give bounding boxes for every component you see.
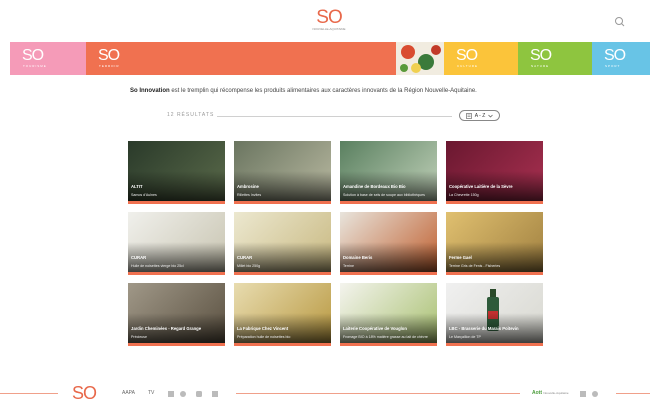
region-brand: Aott — [532, 390, 542, 396]
product-card[interactable]: Domaine Beris Terrine — [340, 212, 437, 275]
product-title: La Fabrique Chez Vincent — [237, 326, 289, 331]
band-logo: SO — [456, 47, 478, 64]
intro-brand: So Innovation — [130, 88, 170, 94]
product-title: ALTIT — [131, 184, 143, 189]
band-food-image — [396, 42, 444, 75]
product-title: Laiterie Coopérative de Vouglon — [343, 326, 407, 331]
product-card[interactable]: Amandine de Bordeaux Bio Bio Solution à … — [340, 141, 437, 204]
product-desc: Terrine — [343, 263, 354, 268]
product-card[interactable]: Ferme Gael Terrine Gris de Fenis - Fishe… — [446, 212, 543, 275]
divider — [616, 393, 650, 394]
intro-body: est le tremplin qui récompense les produ… — [169, 88, 477, 94]
chevron-down-icon — [488, 114, 494, 117]
region-sub: Nouvelle-Aquitaine — [543, 391, 569, 395]
product-card[interactable]: CURAR Millet bio 250g — [234, 212, 331, 275]
product-title: Jardin Cheminées - Regard Grange — [131, 326, 202, 331]
product-title: Amandine de Bordeaux Bio Bio — [343, 184, 406, 189]
facebook-icon[interactable] — [168, 391, 174, 397]
product-desc: Fromage BIO à 18% matière grasse au lait… — [343, 334, 428, 339]
band-label: CULTURE — [457, 64, 478, 68]
band-logo: SO — [22, 47, 44, 64]
product-title: CURAR — [131, 255, 147, 260]
product-desc: Solution à base de sels de soupe aux bib… — [343, 192, 425, 197]
twitter-icon[interactable] — [180, 391, 186, 397]
product-card[interactable]: Laiterie Coopérative de Vouglon Fromage … — [340, 283, 437, 346]
band-sport[interactable]: SO SPORT — [592, 42, 650, 75]
product-title: LBC - Brasserie du Marais Poitevin — [449, 326, 519, 331]
product-title: Domaine Beris — [343, 255, 373, 260]
region-logo[interactable]: Aott Nouvelle-Aquitaine — [532, 390, 569, 396]
band-culture[interactable]: SO CULTURE — [444, 42, 518, 75]
partner-logo[interactable]: AAPA — [122, 390, 135, 396]
sort-dropdown[interactable]: A - Z — [459, 110, 500, 121]
product-grid: ALTIT Samos d'Aulnes Ambrosine Rillettes… — [128, 141, 543, 347]
sort-label: A - Z — [474, 112, 486, 119]
search-icon[interactable] — [612, 14, 628, 30]
mail-icon[interactable] — [580, 391, 586, 397]
product-card[interactable]: Jardin Cheminées - Regard Grange Précieu… — [128, 283, 225, 346]
results-filter-bar: 12 RÉSULTATS A - Z — [167, 110, 503, 122]
product-card[interactable]: La Fabrique Chez Vincent Préparation hui… — [234, 283, 331, 346]
product-desc: La Chevrette 150g — [449, 192, 479, 197]
logo-subtext: NOUVELLE-AQUITAINE — [312, 27, 346, 31]
product-desc: Millet bio 250g — [237, 263, 261, 268]
band-terroir[interactable]: SO TERROIR — [86, 42, 396, 75]
list-icon — [465, 112, 472, 119]
site-header: SO NOUVELLE-AQUITAINE — [0, 0, 650, 40]
youtube-icon[interactable] — [212, 391, 218, 397]
product-title: Ferme Gael — [449, 255, 472, 260]
product-card[interactable]: CURAR Huile de noisettes vierge bio 25cl — [128, 212, 225, 275]
brand-band: SO TOURISME SO TERROIR SO CULTURE SO NAT… — [10, 42, 650, 75]
site-footer: SO AAPA TV Aott Nouvelle-Aquitaine — [0, 380, 650, 405]
logo-text: SO — [316, 7, 342, 28]
partner-logo[interactable]: TV — [148, 390, 154, 396]
divider — [236, 393, 520, 394]
product-desc: Huile de noisettes vierge bio 25cl — [131, 263, 184, 268]
band-label: SPORT — [605, 64, 621, 68]
band-label: TOURISME — [23, 64, 47, 68]
band-logo: SO — [530, 47, 552, 64]
band-nature[interactable]: SO NATURE — [518, 42, 592, 75]
intro-text: So Innovation est le tremplin qui récomp… — [130, 87, 550, 95]
product-card[interactable]: LBC - Brasserie du Marais Poitevin Le Ma… — [446, 283, 543, 346]
band-label: NATURE — [531, 64, 550, 68]
footer-logo[interactable]: SO — [72, 383, 97, 404]
share-icon[interactable] — [592, 391, 598, 397]
product-desc: Le Marçaillon de TP — [449, 334, 481, 339]
divider — [0, 393, 58, 394]
product-title: Ambrosine — [237, 184, 259, 189]
instagram-icon[interactable] — [196, 391, 202, 397]
product-desc: Terrine Gris de Fenis - Fisheries — [449, 263, 501, 268]
product-card[interactable]: ALTIT Samos d'Aulnes — [128, 141, 225, 204]
product-desc: Préparation huile de noisettes bio — [237, 334, 291, 339]
band-label: TERROIR — [99, 64, 120, 68]
product-title: Coopérative Laitière de la Sèvre — [449, 184, 513, 189]
product-desc: Rillettes Invites — [237, 192, 262, 197]
product-desc: Samos d'Aulnes — [131, 192, 157, 197]
band-logo: SO — [98, 47, 120, 64]
divider — [217, 116, 452, 117]
site-logo[interactable]: SO NOUVELLE-AQUITAINE — [312, 7, 346, 31]
product-card[interactable]: Coopérative Laitière de la Sèvre La Chev… — [446, 141, 543, 204]
product-title: CURAR — [237, 255, 253, 260]
results-count: 12 RÉSULTATS — [167, 112, 215, 118]
product-desc: Précieuse — [131, 334, 147, 339]
band-tourisme[interactable]: SO TOURISME — [10, 42, 86, 75]
band-logo: SO — [604, 47, 626, 64]
product-card[interactable]: Ambrosine Rillettes Invites — [234, 141, 331, 204]
